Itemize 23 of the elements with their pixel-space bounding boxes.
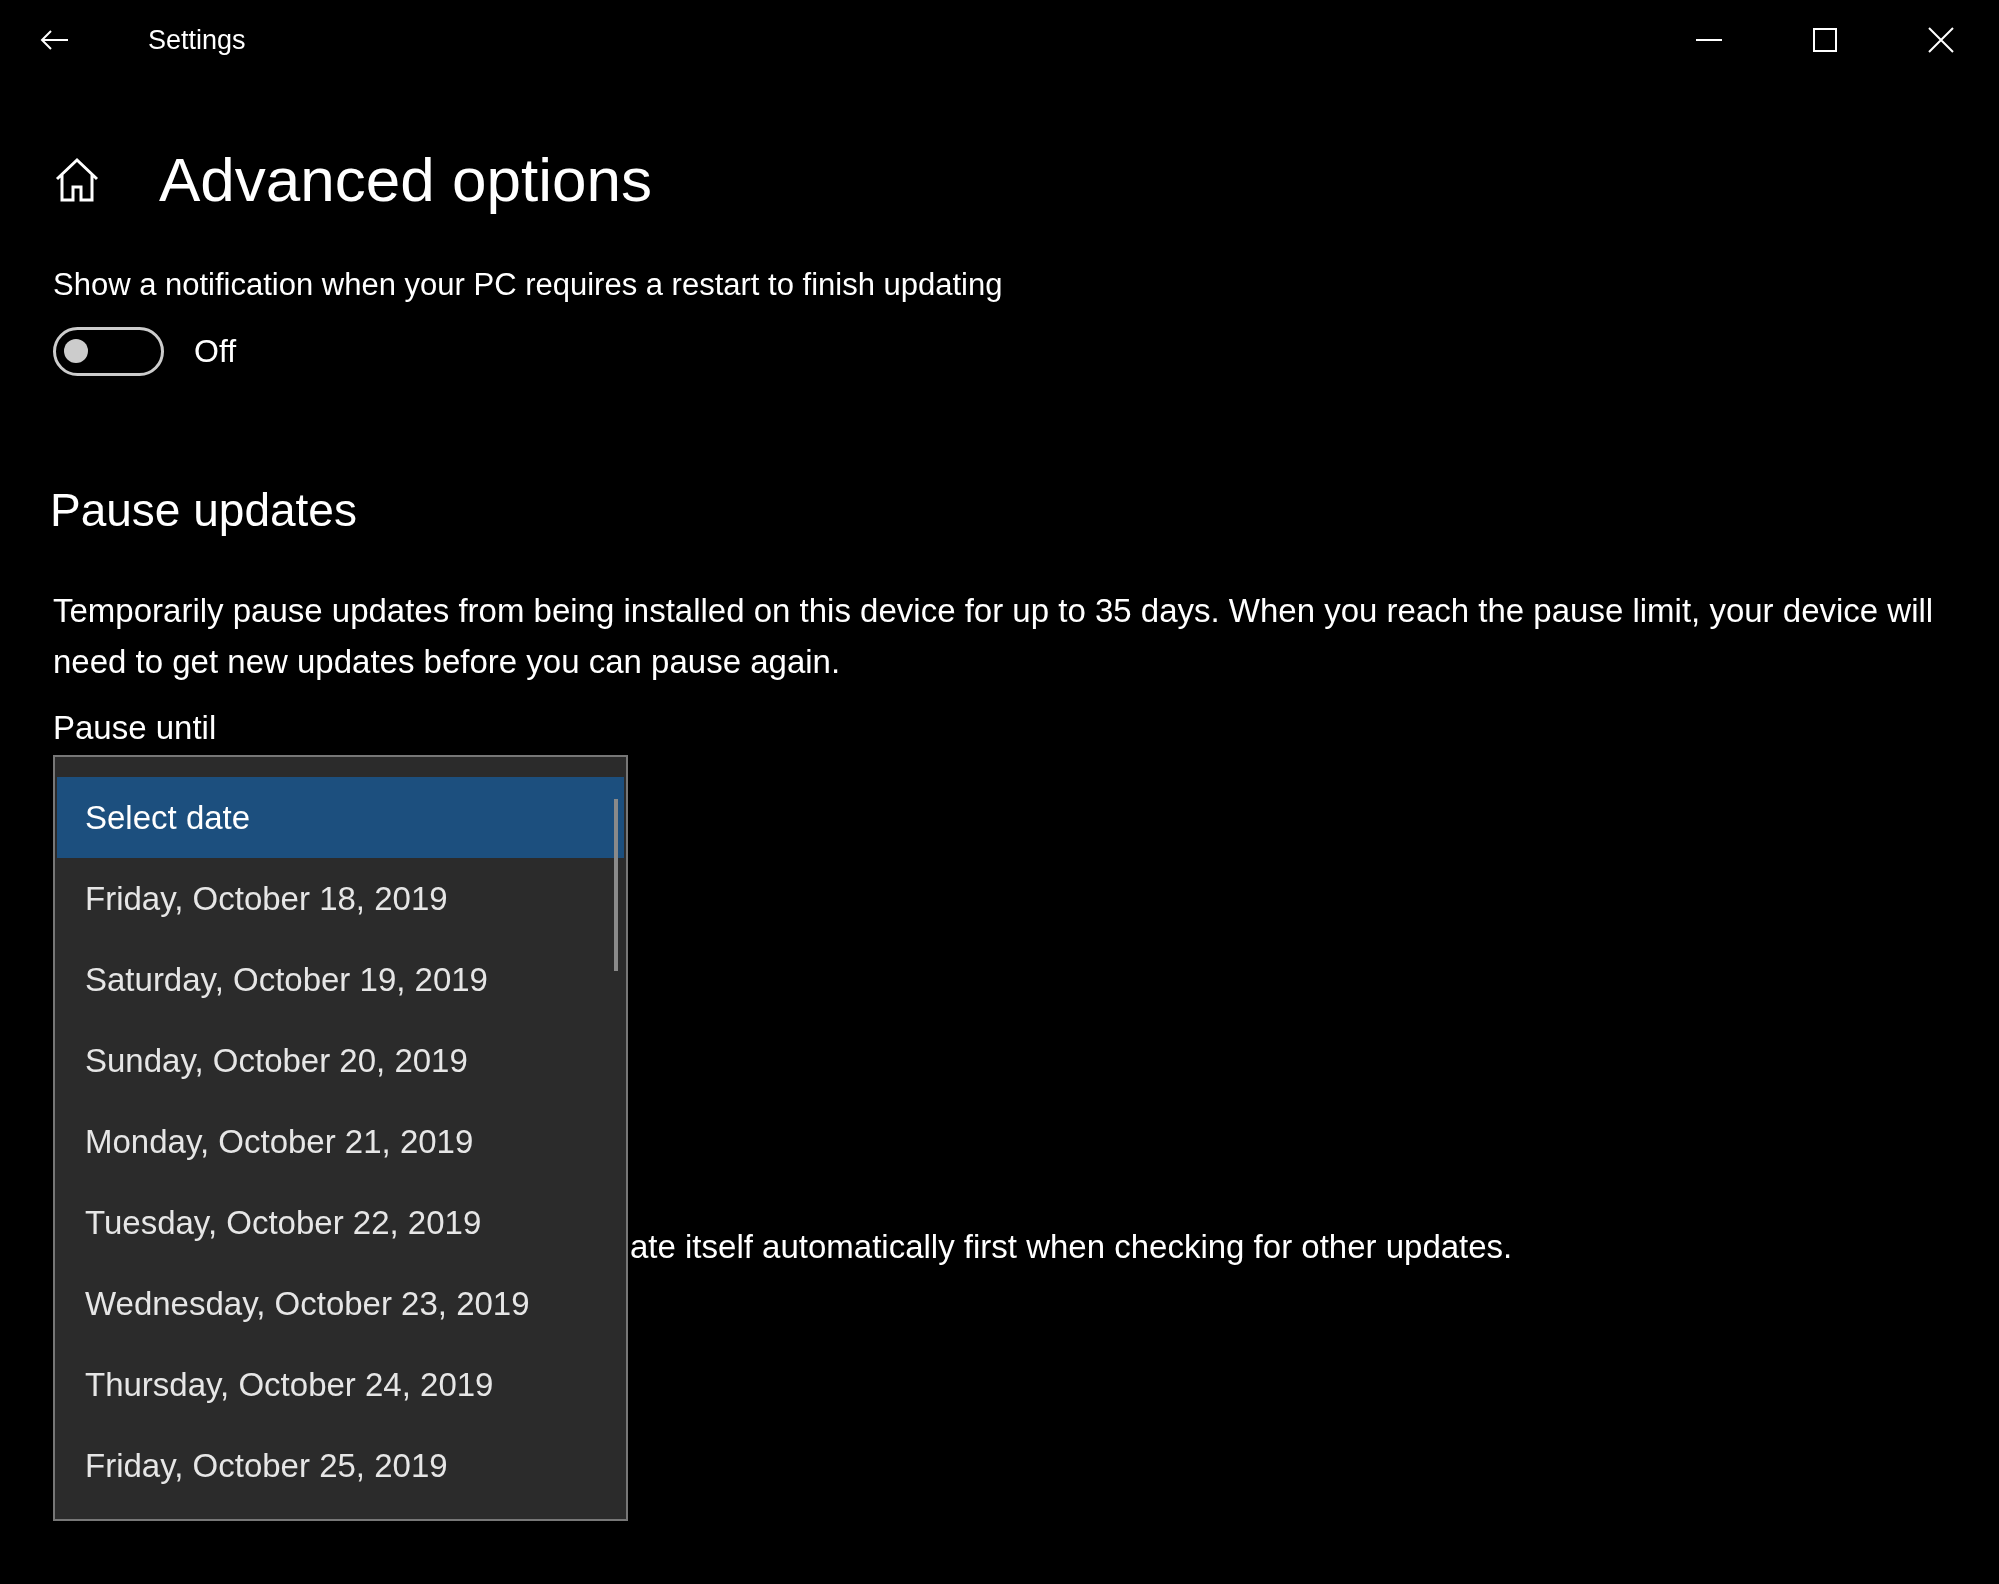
scrollbar[interactable]: [614, 799, 618, 971]
maximize-icon: [1813, 28, 1837, 52]
setting-label: Show a notification when your PC requires a restart to finish updating: [53, 266, 1004, 304]
section-description: Temporarily pause updates from being installed on this device for up to 35 days. When you reach the pause limit, your device will need to get new updates before you can pause again.: [53, 590, 1935, 682]
toggle-switch[interactable]: [53, 326, 164, 376]
section-heading: Pause updates: [50, 482, 358, 538]
date-option[interactable]: Select date: [57, 777, 624, 858]
toggle-state-text: Off: [194, 332, 237, 371]
date-option[interactable]: Wednesday, October 23, 2019: [57, 1263, 624, 1344]
back-arrow-icon: [38, 28, 70, 52]
description-text: ate itself automatically first when checking for other updates.: [630, 1227, 1514, 1267]
date-option[interactable]: Saturday, October 19, 2019: [57, 939, 624, 1020]
home-icon[interactable]: [53, 157, 101, 203]
field-label: Pause until: [53, 707, 218, 748]
date-option[interactable]: Tuesday, October 22, 2019: [57, 1182, 624, 1263]
window-title: Settings: [148, 23, 246, 57]
date-option[interactable]: Thursday, October 24, 2019: [57, 1344, 624, 1425]
date-option[interactable]: Friday, October 25, 2019: [57, 1425, 624, 1506]
date-option[interactable]: Sunday, October 20, 2019: [57, 1020, 624, 1101]
minimize-icon: [1696, 39, 1722, 41]
date-option[interactable]: Monday, October 21, 2019: [57, 1101, 624, 1182]
date-option[interactable]: Friday, October 18, 2019: [57, 858, 624, 939]
close-icon: [1928, 27, 1954, 53]
